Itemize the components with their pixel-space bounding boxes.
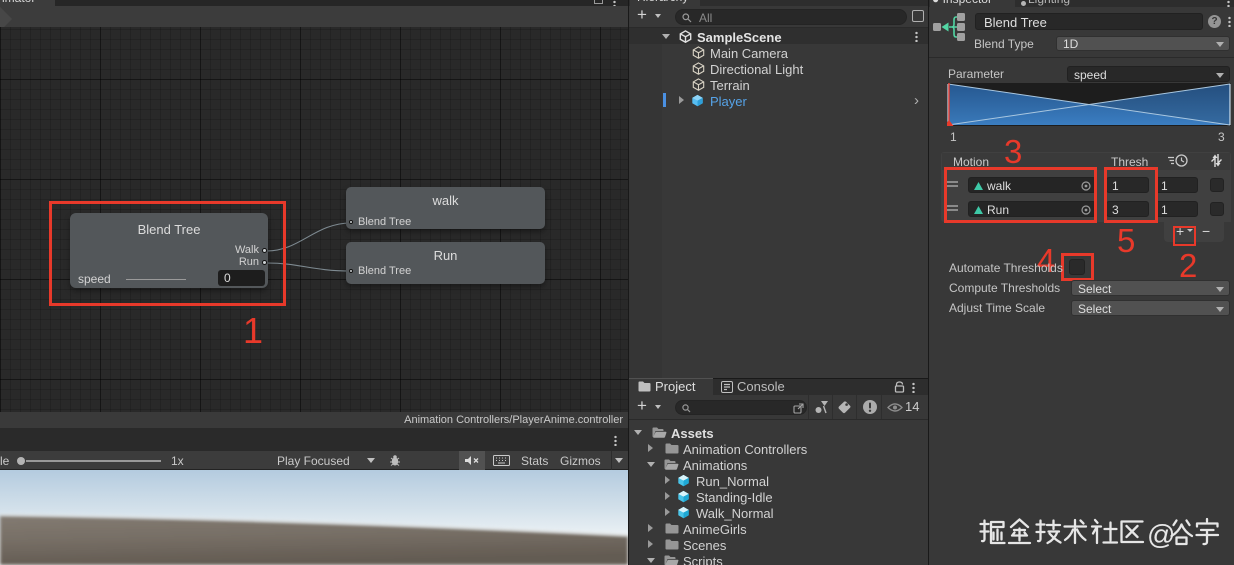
- svg-text:@: @: [1147, 519, 1175, 550]
